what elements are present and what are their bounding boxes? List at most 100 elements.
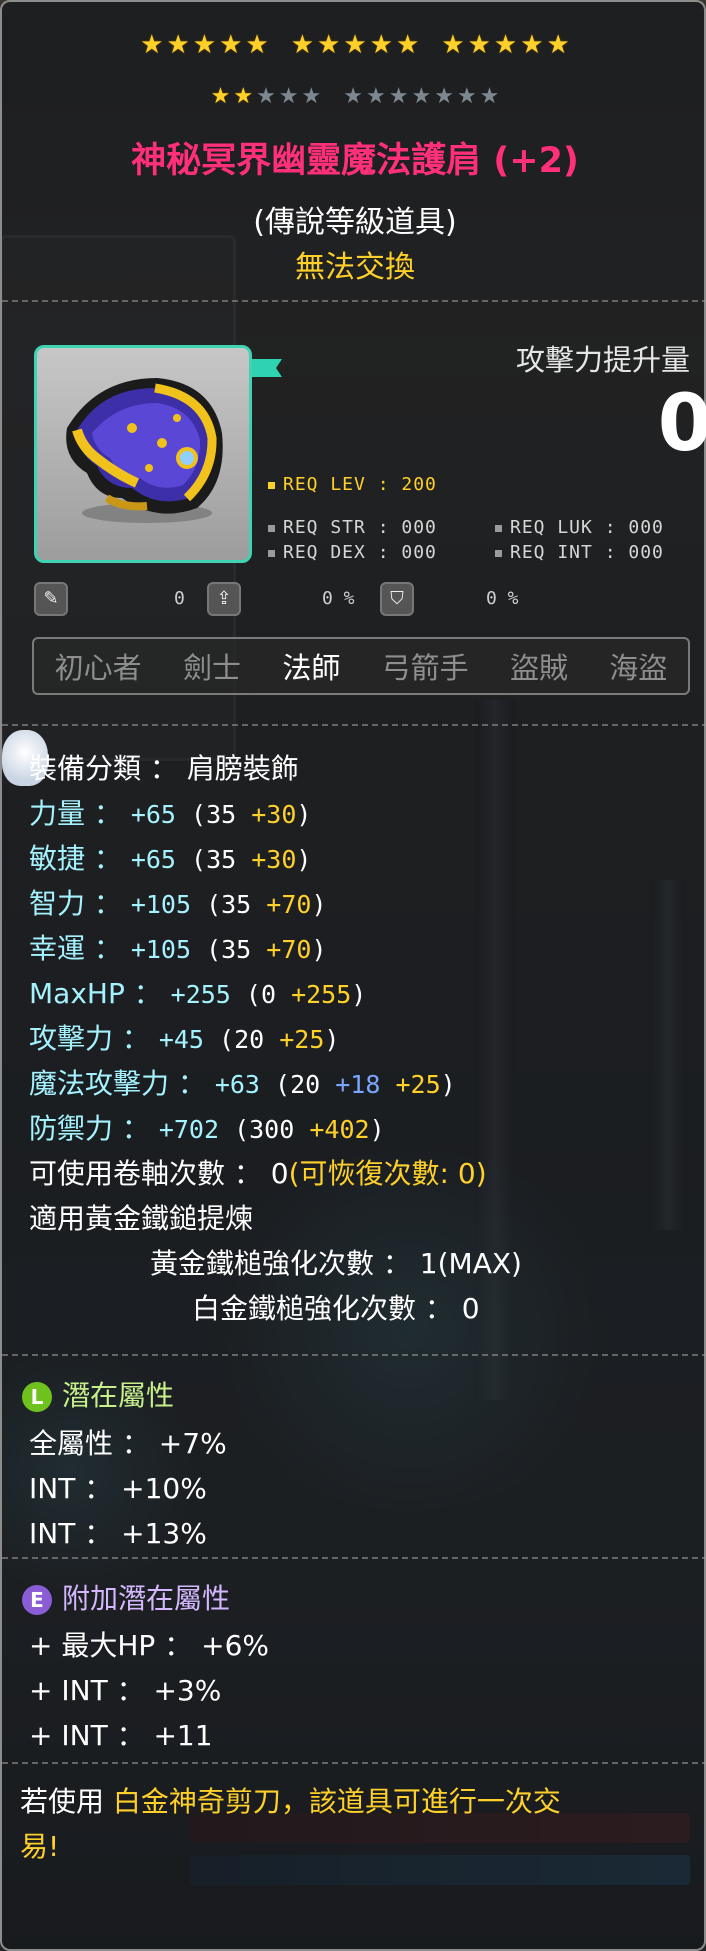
trade-status: 無法交換 — [295, 250, 415, 285]
stat-scroll-bonus: +402 — [309, 1115, 370, 1144]
stat-base: (20 — [275, 1070, 336, 1099]
equip-category: 裝備分類 ： 肩膀裝飾 — [29, 747, 299, 787]
stat-name: 魔法攻擊力 ： — [29, 1067, 215, 1100]
filled-star-icon: ★ — [343, 30, 367, 60]
potential-line: 全屬性 ： +7% — [29, 1427, 227, 1460]
empty-star-icon: ★ — [256, 84, 276, 109]
platinum-hammer-count: 白金鐵槌強化次數 ： 0 — [192, 1292, 480, 1325]
filled-star-icon: ★ — [317, 30, 341, 60]
potential-title: 潛在屬性 — [62, 1379, 175, 1412]
stat-close: ) — [440, 1070, 456, 1099]
potential-line: INT ： +13% — [29, 1517, 207, 1550]
stat-name: 力量 ： — [29, 797, 131, 830]
empty-star-icon: ★ — [434, 84, 454, 109]
filled-star-icon: ★ — [140, 30, 164, 60]
starforce-row-2: ★ ★ ★ ★ ★ ★ ★ ★ ★ ★ ★ ★ — [2, 84, 706, 110]
stat-total: +702 — [158, 1115, 235, 1144]
potential-header: L 潛在屬性 — [22, 1374, 174, 1414]
divider — [2, 724, 706, 726]
stat-close: ) — [369, 1115, 385, 1144]
additional-potential-line: + INT ： +3% — [29, 1674, 222, 1707]
item-grade: (傳說等級道具) — [253, 205, 457, 240]
job-bar: 初心者 劍士 法師 弓箭手 盜賊 海盜 — [32, 637, 690, 695]
stat-close: ) — [296, 845, 312, 874]
divider — [2, 1557, 706, 1559]
req-str: REQ STR : 000 — [268, 517, 437, 538]
divider — [2, 1762, 706, 1764]
gold-hammer-count: 黃金鐵槌強化次數 ： 1(MAX) — [150, 1247, 522, 1280]
divider — [2, 300, 706, 302]
stat-scroll-bonus: +25 — [395, 1070, 441, 1099]
req-dex-text: REQ DEX : 000 — [283, 542, 437, 563]
filled-star-icon: ★ — [290, 30, 315, 60]
empty-star-icon: ★ — [388, 84, 409, 109]
stat-total: +65 — [130, 845, 192, 874]
stat-total: +65 — [130, 800, 192, 829]
stat-enhance-bonus: +18 — [335, 1070, 396, 1099]
additional-potential-line: + 最大HP ： +6% — [29, 1629, 269, 1662]
stat-total: +63 — [214, 1070, 276, 1099]
filled-star-icon: ★ — [493, 30, 518, 60]
stat-name: 防禦力 ： — [29, 1112, 159, 1145]
hammer-title: 適用黃金鐵鎚提煉 — [29, 1202, 254, 1235]
item-icon-frame — [34, 345, 252, 563]
stat-close: ) — [324, 1025, 340, 1054]
scroll-count: 可使用卷軸次數 ： 0(可恢復次數: 0) — [29, 1152, 487, 1192]
stat-name: 幸運 ： — [29, 932, 131, 965]
attack-increase-label: 攻擊力提升量 — [515, 343, 690, 377]
stat-base: (35 — [191, 800, 252, 829]
stat-base: (35 — [191, 845, 252, 874]
req-luk: REQ LUK : 000 — [495, 517, 664, 538]
shield-icon: ⛉ — [380, 582, 414, 616]
star-group: ★ ★ ★ ★ ★ ★ ★ — [343, 84, 499, 110]
item-name: 神秘冥界幽靈魔法護肩 (+2) — [131, 141, 579, 181]
stat-scroll-bonus: +70 — [266, 890, 312, 919]
filled-star-icon: ★ — [210, 84, 231, 109]
stat-total: +255 — [170, 980, 246, 1009]
empty-star-icon: ★ — [301, 84, 322, 109]
stat-line: 智力 ： +105 (35 +70) — [29, 882, 327, 922]
job-warrior: 劍士 — [182, 651, 241, 685]
stat-scroll-bonus: +25 — [279, 1025, 325, 1054]
job-magician: 法師 — [282, 651, 341, 685]
stat-close: ) — [311, 890, 327, 919]
stat-total: +105 — [130, 890, 207, 919]
filled-star-icon: ★ — [546, 30, 570, 60]
stat-base: (0 — [245, 980, 292, 1009]
stat-name: MaxHP ： — [29, 977, 171, 1010]
equip-category-value: 肩膀裝飾 — [186, 752, 299, 785]
stat-total: +45 — [158, 1025, 220, 1054]
equip-category-label: 裝備分類 ： — [29, 752, 178, 785]
req-luk-text: REQ LUK : 000 — [510, 517, 664, 538]
stat-name: 智力 ： — [29, 887, 131, 920]
filled-star-icon: ★ — [467, 30, 491, 60]
scroll-icon: ✎ — [34, 582, 68, 616]
stat-base: (20 — [219, 1025, 280, 1054]
stat-close: ) — [296, 800, 312, 829]
stat-scroll-bonus: +255 — [291, 980, 352, 1009]
star-group: ★ ★ ★ ★ ★ — [140, 32, 269, 58]
scroll-recover-count: (可恢復次數: 0) — [288, 1157, 487, 1190]
stat-line: 敏捷 ： +65 (35 +30) — [29, 837, 311, 877]
scissors-notice-end: 易! — [20, 1830, 60, 1863]
empty-star-icon: ★ — [411, 84, 432, 109]
stat-scroll-bonus: +70 — [266, 935, 312, 964]
stat-base: (35 — [206, 890, 267, 919]
req-level: REQ LEV : 200 — [268, 474, 437, 495]
mini-stat-value: 0 % — [486, 588, 519, 609]
stat-line: 攻擊力 ： +45 (20 +25) — [29, 1017, 339, 1057]
filled-star-icon: ★ — [369, 30, 393, 60]
stat-line: 幸運 ： +105 (35 +70) — [29, 927, 327, 967]
stat-scroll-bonus: +30 — [251, 800, 297, 829]
filled-star-icon: ★ — [245, 30, 269, 60]
job-beginner: 初心者 — [54, 651, 142, 685]
item-tooltip: ★ ★ ★ ★ ★ ★ ★ ★ ★ ★ ★ ★ ★ ★ ★ ★ ★ ★ ★ ★ ★ ★ ★ ★ ★ ★ ★ 神秘冥界幽靈魔法護肩 … — [0, 0, 706, 1951]
stat-line: 魔法攻擊力 ： +63 (20 +18 +25) — [29, 1062, 456, 1102]
req-int: REQ INT : 000 — [495, 542, 664, 563]
stat-base: (35 — [206, 935, 267, 964]
filled-star-icon: ★ — [395, 30, 420, 60]
stat-line: 防禦力 ： +702 (300 +402) — [29, 1107, 385, 1147]
req-dex: REQ DEX : 000 — [268, 542, 437, 563]
req-str-text: REQ STR : 000 — [283, 517, 437, 538]
scissors-notice-text: 白金神奇剪刀，該道具可進行一次交 — [112, 1785, 561, 1818]
